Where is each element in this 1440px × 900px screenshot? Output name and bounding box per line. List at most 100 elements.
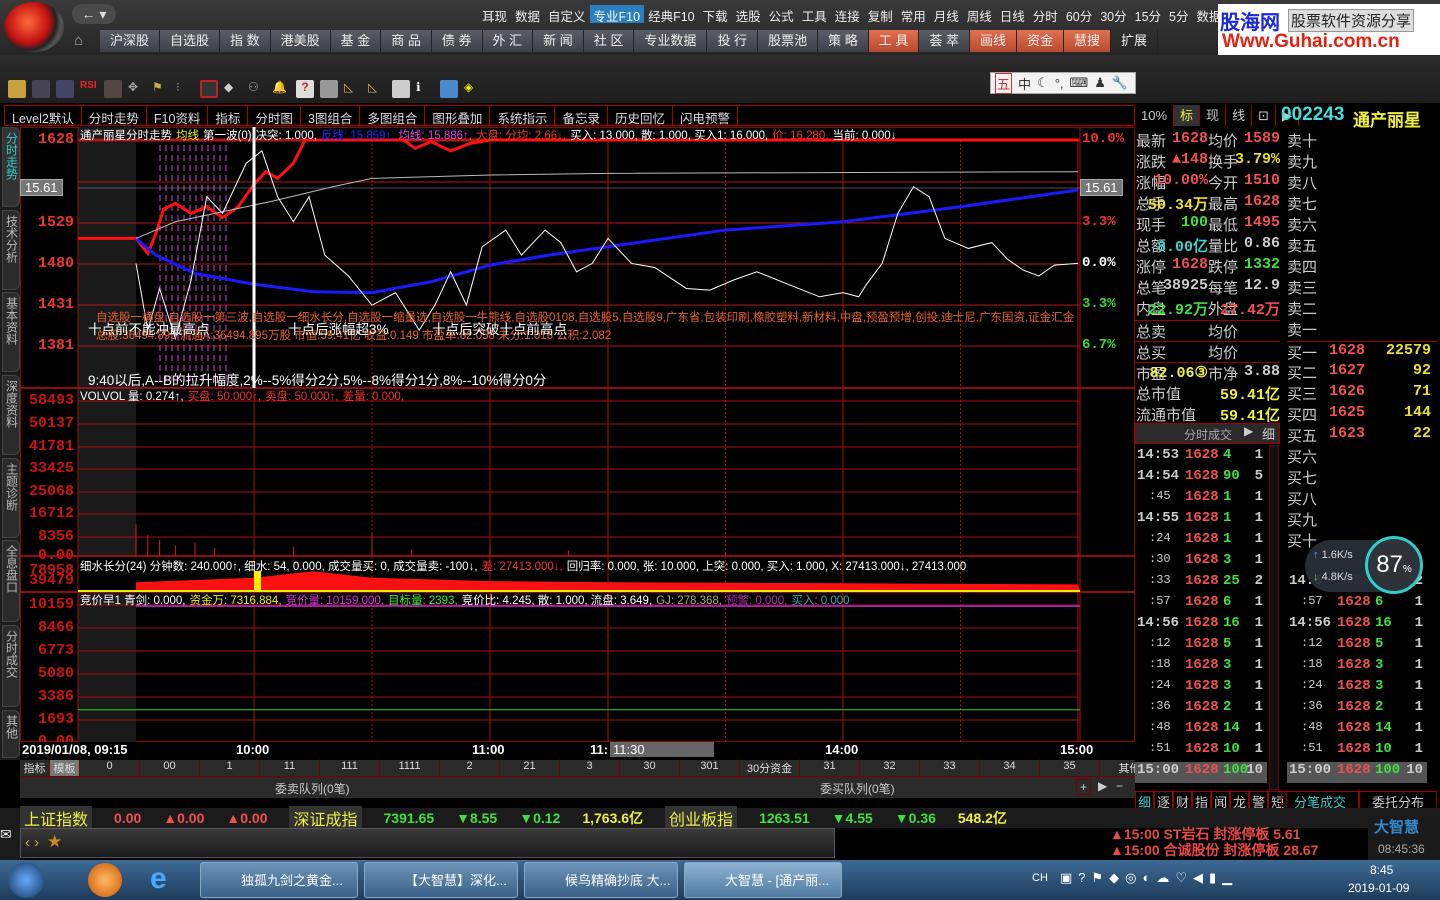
bid-row[interactable]: 买二 1627 92 <box>1287 362 1437 383</box>
alert-item[interactable]: ▲15:00 ST岩石 封涨停板 5.61 <box>1110 826 1365 842</box>
index-name[interactable]: 深证成指 <box>289 806 362 830</box>
ask-row[interactable]: 卖九 <box>1287 151 1437 172</box>
tick-price: 1628 <box>1185 636 1219 652</box>
indicator-tab[interactable]: 30 <box>620 760 680 776</box>
news-scroll-bar[interactable]: ‹ › ★ <box>20 828 835 858</box>
tick-row: :18 1628 3 1 <box>1135 657 1267 678</box>
ticks-detail-button[interactable]: 细 <box>1262 424 1275 443</box>
index-name[interactable]: 上证指数 <box>20 806 93 830</box>
ticks-next-icon[interactable]: ▶ <box>1244 424 1253 438</box>
ask-row[interactable]: 卖四 <box>1287 256 1437 277</box>
tick-volume: 5 <box>1375 636 1384 652</box>
tray-icons[interactable]: ▣?⚑◆◎◐☁♡◀▮▁ <box>1060 870 1238 886</box>
indicator-tab[interactable]: 00 <box>140 760 200 776</box>
annotation-after-ten-rise: 十点后涨幅超3% <box>288 322 389 337</box>
network-speed-widget[interactable]: ↑ 1.6K/s ↓ 4.8K/s 87% <box>1305 536 1423 594</box>
quote-tab[interactable]: 标 <box>1174 105 1201 126</box>
indicator-tab[interactable]: 0 <box>80 760 140 776</box>
index-name[interactable]: 创业板指 <box>665 806 738 830</box>
bid-row[interactable]: 买六 <box>1287 446 1437 467</box>
tick-price: 1628 <box>1185 762 1219 778</box>
queue-next-button[interactable]: ▶ <box>1098 779 1107 793</box>
tick-volume: 14 <box>1223 720 1240 736</box>
indicator-tab[interactable]: 35 <box>1040 760 1100 776</box>
buy-queue-label[interactable]: 委买队列(0笔) <box>820 780 895 797</box>
mail-icon[interactable]: ✉ <box>0 826 20 860</box>
taskbar-item-notepad[interactable]: 候鸟精确抄底 大... <box>524 862 678 898</box>
bid-row[interactable]: 买一 1628 22579 <box>1287 341 1437 362</box>
quote-label: 总买 <box>1136 345 1167 362</box>
time-cursor-label: 11:30 <box>610 742 714 757</box>
start-button[interactable] <box>8 862 44 898</box>
quote-row: 总额 8.00亿 量比 0.86 <box>1135 235 1280 256</box>
quote-label: 跌停 <box>1208 259 1239 276</box>
indicator-tab[interactable]: 32 <box>860 760 920 776</box>
index-v: 7391.65 <box>383 810 435 826</box>
indicator-tab[interactable]: 111 <box>320 760 380 776</box>
indicator-tab[interactable]: 31 <box>800 760 860 776</box>
bid-row[interactable]: 买九 <box>1287 509 1437 530</box>
indicator-tab[interactable]: 30分资金 <box>740 760 800 776</box>
taskbar-item-browser[interactable]: 【大智慧】深化... <box>364 862 518 898</box>
indicator-tab[interactable]: 301 <box>680 760 740 776</box>
ask-row[interactable]: 卖六 <box>1287 214 1437 235</box>
collapse-icon[interactable]: ⊡ <box>1252 105 1276 126</box>
quote-tab[interactable]: 10% <box>1135 105 1175 126</box>
auction-tick: 5080 <box>37 665 74 682</box>
tick-count: 1 <box>1254 720 1263 736</box>
stock-code: 002243 <box>1281 104 1345 125</box>
indicator-tab[interactable]: 34 <box>980 760 1040 776</box>
bid-volume: 22 <box>1412 425 1431 442</box>
queue-add-button[interactable]: + <box>1076 779 1092 795</box>
tick-volume: 25 <box>1223 573 1240 589</box>
bid-row[interactable]: 买四 1625 144 <box>1287 404 1437 425</box>
scroll-prev-next-icon[interactable]: ‹ › <box>25 834 39 851</box>
star-icon[interactable]: ★ <box>47 832 62 852</box>
bid-row[interactable]: 买三 1626 71 <box>1287 383 1437 404</box>
bid-row[interactable]: 买八 <box>1287 488 1437 509</box>
indicator-tab[interactable]: 3 <box>560 760 620 776</box>
indicator-tab[interactable]: 1111 <box>380 760 440 776</box>
indicator-tab[interactable]: 2 <box>440 760 500 776</box>
indicator-tab[interactable]: 模板 <box>50 760 80 776</box>
ask-row[interactable]: 卖五 <box>1287 235 1437 256</box>
tick-volume: 90 <box>1223 468 1240 484</box>
ask-row[interactable]: 卖十 <box>1287 130 1437 151</box>
bid-row[interactable]: 买五 1623 22 <box>1287 425 1437 446</box>
quote-value: 3.79% <box>1234 151 1280 168</box>
language-indicator[interactable]: CH <box>1032 872 1048 884</box>
download-speed: ↓ 4.8K/s <box>1313 571 1353 583</box>
bid-label: 买三 <box>1287 386 1318 403</box>
quote-row: 总手 50.34万 最高 1628 <box>1135 193 1280 214</box>
ask-row[interactable]: 卖二 <box>1287 298 1437 319</box>
indicator-tab[interactable]: 33 <box>920 760 980 776</box>
ie-icon[interactable]: e <box>150 862 167 896</box>
alert-item[interactable]: ▲15:00 合诚股份 封涨停板 28.67 <box>1110 842 1365 858</box>
sell-queue-label[interactable]: 委卖队列(0笔) <box>275 780 350 797</box>
indicator-tab[interactable]: 指标 <box>20 760 50 776</box>
header-value: GJ: 278.368, <box>656 595 722 607</box>
ask-row[interactable]: 卖八 <box>1287 172 1437 193</box>
tick-price: 1628 <box>1337 762 1371 778</box>
taskbar-item-dazhihui[interactable]: 大智慧 - [通产丽... <box>684 862 842 898</box>
indicator-tab[interactable]: 1 <box>200 760 260 776</box>
queue-remove-button[interactable]: − <box>1116 779 1123 793</box>
tick-row: :30 1628 3 1 <box>1135 552 1267 573</box>
bid-row[interactable]: 买七 <box>1287 467 1437 488</box>
quote-tab[interactable]: 现 <box>1200 105 1227 126</box>
ask-row[interactable]: 卖三 <box>1287 277 1437 298</box>
limit-up-alerts[interactable]: ▲15:00 ST岩石 封涨停板 5.61 ▲15:00 合诚股份 封涨停板 2… <box>1110 826 1365 860</box>
ticks-scrollbar[interactable] <box>1269 445 1279 790</box>
tick-count: 1 <box>1254 657 1263 673</box>
quote-tab[interactable]: 线 <box>1226 105 1253 126</box>
indicator-tab[interactable]: 11 <box>260 760 320 776</box>
ask-row[interactable]: 卖一 <box>1287 319 1437 340</box>
indicator-tab[interactable]: 21 <box>500 760 560 776</box>
taskbar-item-pdf[interactable]: 独孤九剑之黄金... <box>200 862 358 898</box>
tick-price: 1628 <box>1337 699 1371 715</box>
crosshair-price-right: 15.61 <box>1080 179 1123 196</box>
tick-count: 1 <box>1254 489 1263 505</box>
browser-icon[interactable] <box>88 863 122 897</box>
quote-value: 3.88 <box>1243 363 1280 380</box>
ask-row[interactable]: 卖七 <box>1287 193 1437 214</box>
